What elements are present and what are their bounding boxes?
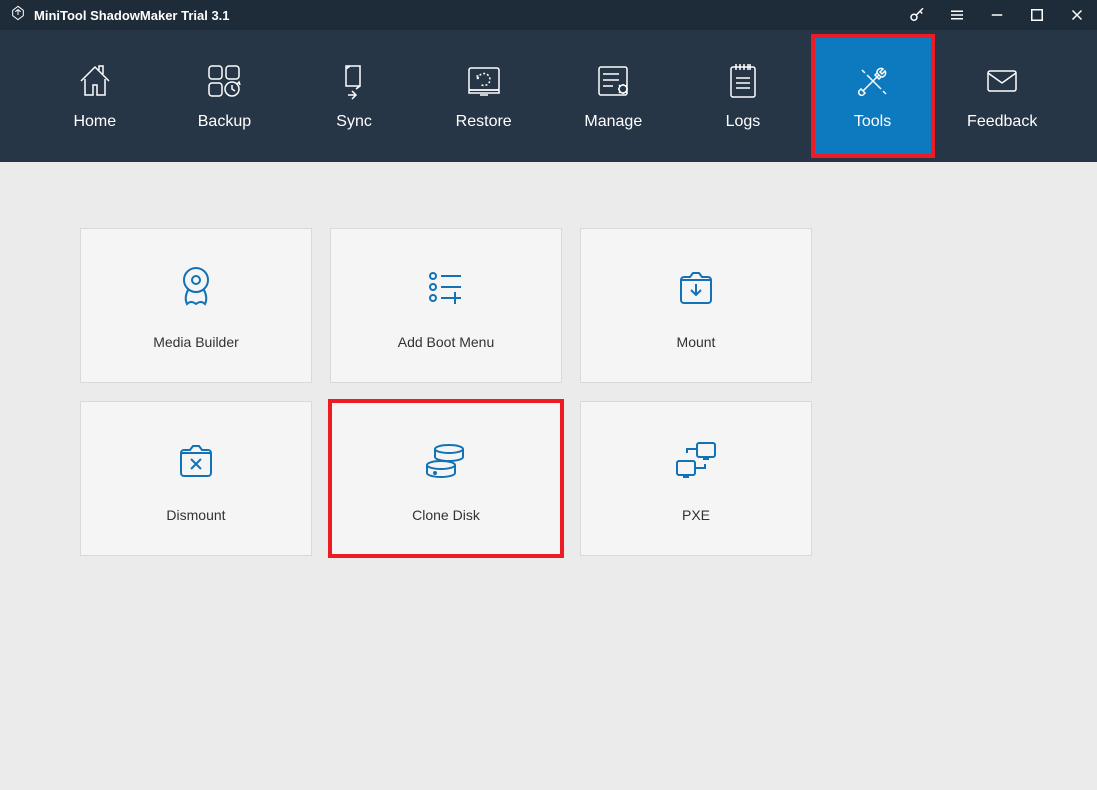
nav-tools[interactable]: Tools	[813, 36, 933, 156]
tools-icon	[853, 61, 893, 101]
manage-icon	[593, 61, 633, 101]
tool-mount[interactable]: Mount	[580, 228, 812, 383]
nav-logs[interactable]: Logs	[683, 36, 803, 156]
maximize-icon[interactable]	[1027, 5, 1047, 25]
nav-restore[interactable]: Restore	[424, 36, 544, 156]
minimize-icon[interactable]	[987, 5, 1007, 25]
nav-label: Backup	[198, 113, 251, 131]
tool-label: Media Builder	[153, 334, 239, 350]
tool-label: Mount	[677, 334, 716, 350]
tool-dismount[interactable]: Dismount	[80, 401, 312, 556]
app-logo-icon	[10, 5, 26, 26]
tool-clone-disk[interactable]: Clone Disk	[330, 401, 562, 556]
mount-icon	[671, 262, 721, 312]
tools-content: Media Builder Add Boot Menu Mount Dismou…	[0, 162, 1097, 622]
nav-sync[interactable]: Sync	[294, 36, 414, 156]
nav-manage[interactable]: Manage	[553, 36, 673, 156]
close-icon[interactable]	[1067, 5, 1087, 25]
nav-label: Feedback	[967, 113, 1037, 131]
app-title: MiniTool ShadowMaker Trial 3.1	[34, 8, 230, 23]
tool-label: Dismount	[166, 507, 225, 523]
tool-label: Clone Disk	[412, 507, 480, 523]
tool-pxe[interactable]: PXE	[580, 401, 812, 556]
nav-label: Logs	[726, 113, 761, 131]
nav-label: Tools	[854, 113, 891, 131]
nav-label: Sync	[336, 113, 372, 131]
nav-feedback[interactable]: Feedback	[942, 36, 1062, 156]
tool-media-builder[interactable]: Media Builder	[80, 228, 312, 383]
sync-icon	[334, 61, 374, 101]
menu-icon[interactable]	[947, 5, 967, 25]
tool-label: Add Boot Menu	[398, 334, 495, 350]
tool-label: PXE	[682, 507, 710, 523]
home-icon	[75, 61, 115, 101]
nav-label: Restore	[456, 113, 512, 131]
nav-home[interactable]: Home	[35, 36, 155, 156]
restore-icon	[464, 61, 504, 101]
add-boot-menu-icon	[421, 262, 471, 312]
tool-add-boot-menu[interactable]: Add Boot Menu	[330, 228, 562, 383]
clone-disk-icon	[421, 435, 471, 485]
logs-icon	[723, 61, 763, 101]
nav-label: Manage	[584, 113, 642, 131]
titlebar: MiniTool ShadowMaker Trial 3.1	[0, 0, 1097, 30]
media-builder-icon	[171, 262, 221, 312]
nav-backup[interactable]: Backup	[164, 36, 284, 156]
dismount-icon	[171, 435, 221, 485]
key-icon[interactable]	[907, 5, 927, 25]
nav-label: Home	[73, 113, 116, 131]
backup-icon	[204, 61, 244, 101]
feedback-icon	[982, 61, 1022, 101]
pxe-icon	[671, 435, 721, 485]
main-nav: Home Backup Sync Restore Manage Logs T	[0, 30, 1097, 162]
